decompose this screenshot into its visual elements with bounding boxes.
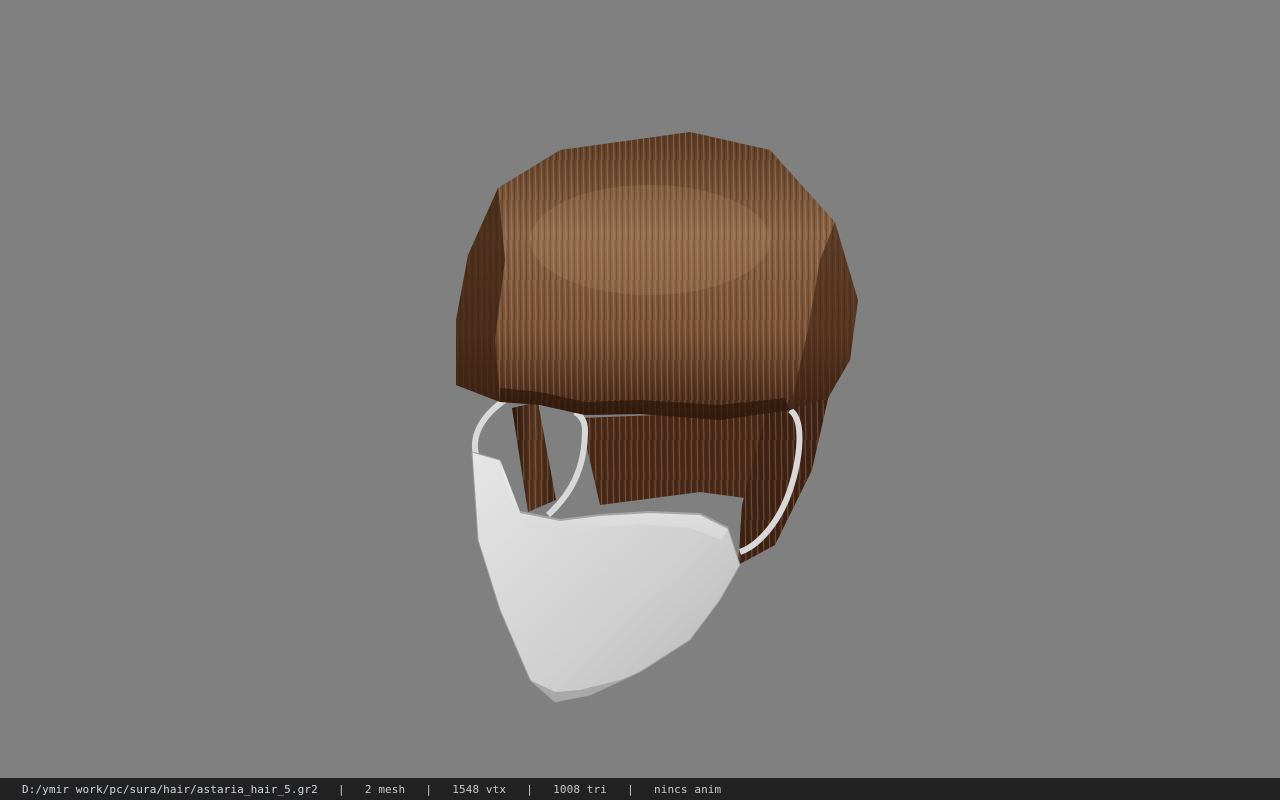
status-separator: | xyxy=(607,783,654,796)
separator-glyph: | xyxy=(526,782,533,796)
hair-model-render xyxy=(456,132,858,703)
status-vertex-count: 1548 vtx xyxy=(452,782,507,796)
status-file-path: D:/ymir work/pc/sura/hair/astaria_hair_5… xyxy=(22,782,318,796)
separator-glyph: | xyxy=(425,782,433,796)
status-separator: | xyxy=(506,783,553,796)
hair-cap xyxy=(456,132,858,420)
status-separator: | xyxy=(318,783,365,796)
separator-glyph: | xyxy=(627,782,634,796)
status-mesh-count: 2 mesh xyxy=(364,782,406,796)
status-separator: | xyxy=(405,783,452,796)
separator-glyph: | xyxy=(337,782,345,796)
status-triangle-count: 1008 tri xyxy=(553,782,607,796)
3d-viewport[interactable] xyxy=(0,0,1280,778)
status-animation: nincs anim xyxy=(654,782,722,796)
status-bar: D:/ymir work/pc/sura/hair/astaria_hair_5… xyxy=(0,778,1280,800)
